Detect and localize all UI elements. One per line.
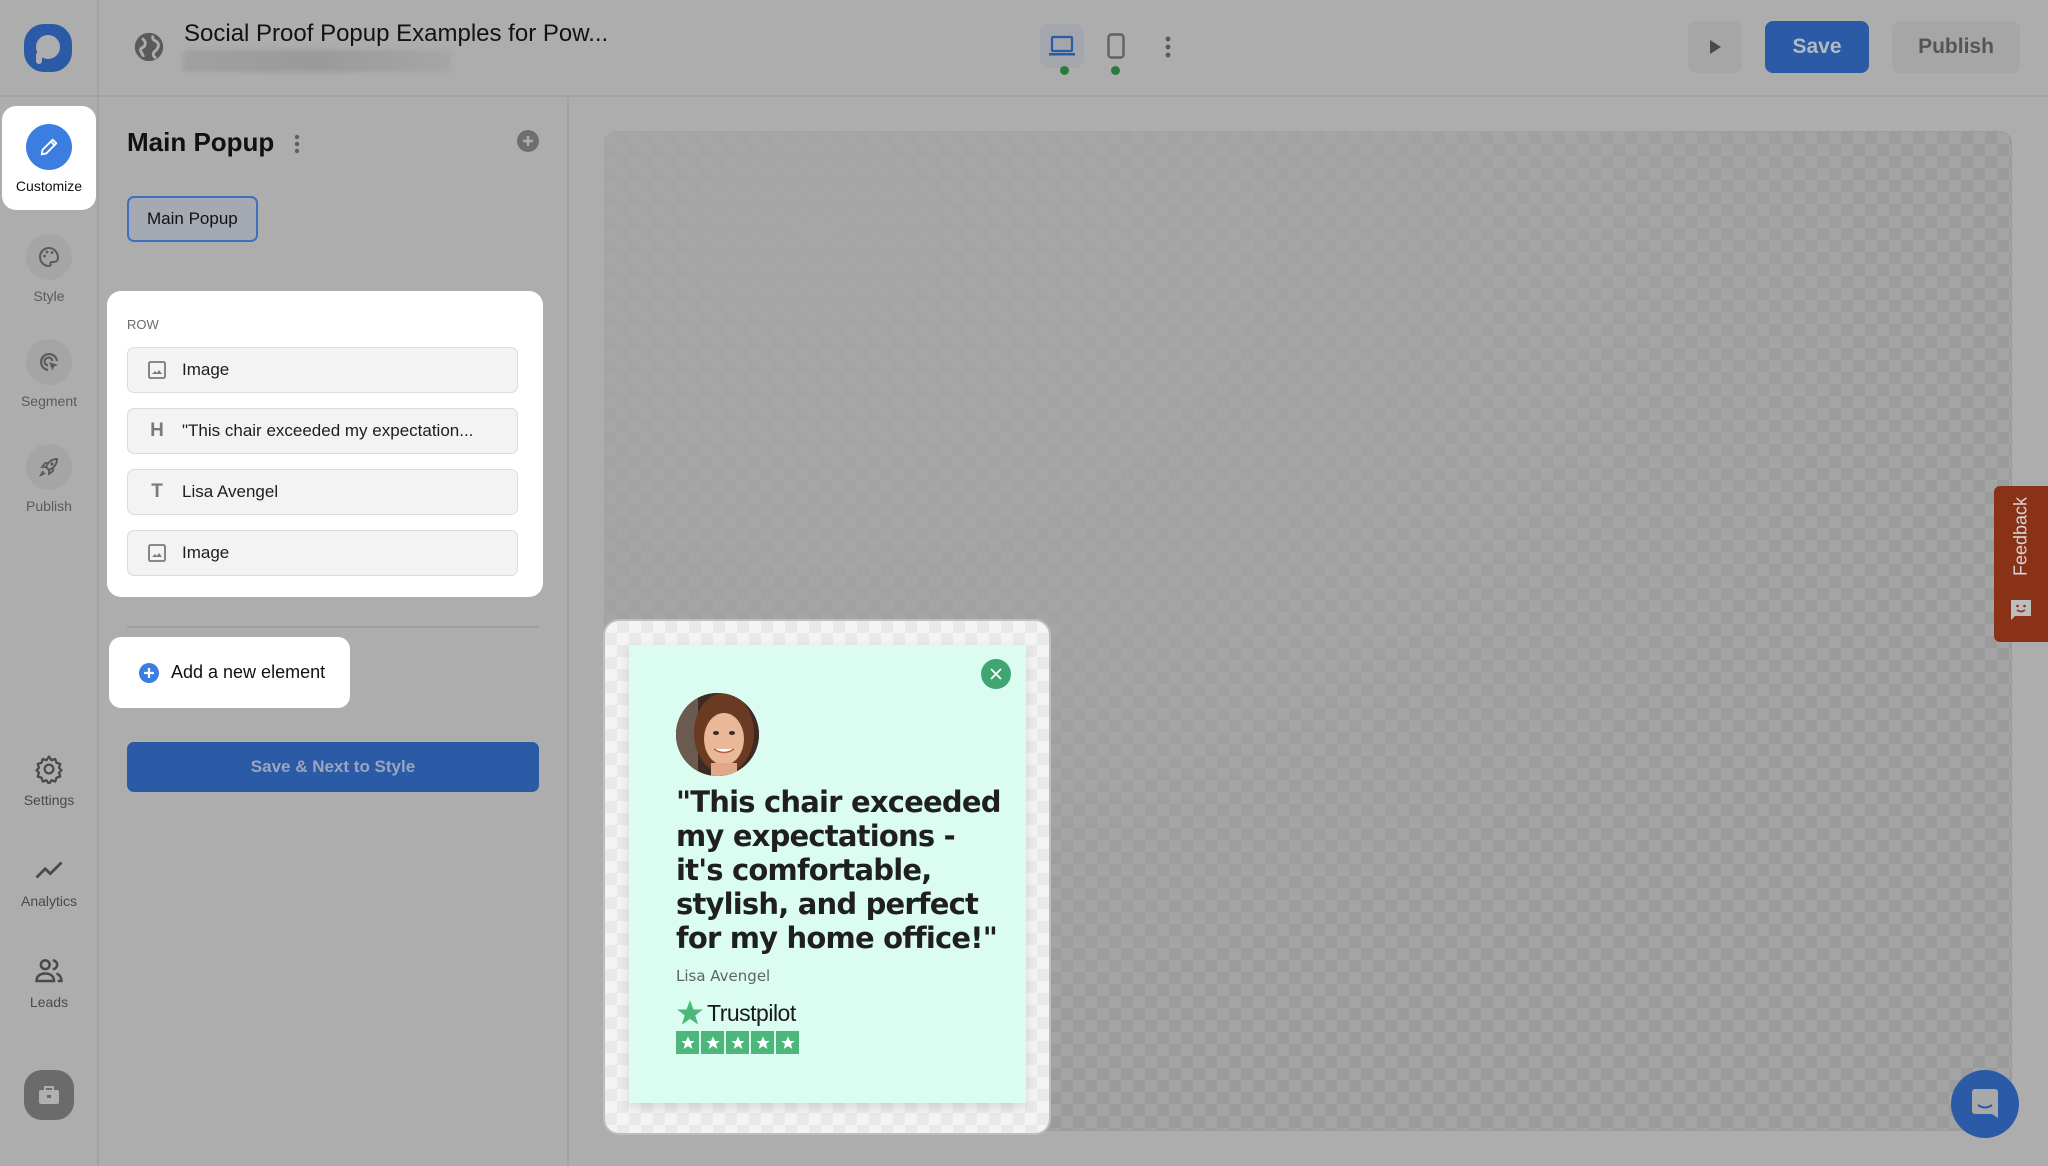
rail-item-customize[interactable]: Customize	[2, 106, 96, 210]
kebab-vertical-icon[interactable]	[1158, 34, 1178, 60]
rail-icon-wrap	[26, 339, 72, 385]
globe-icon[interactable]	[132, 30, 166, 64]
preview-button[interactable]	[1688, 21, 1742, 73]
smiley-chat-icon	[2011, 600, 2031, 620]
star-rating	[676, 1031, 799, 1054]
logo-cell	[0, 0, 99, 97]
rail-item-leads[interactable]: Leads	[2, 956, 96, 1036]
pencil-icon	[40, 138, 58, 156]
rail-item-publish[interactable]: Publish	[2, 426, 96, 530]
rating-star	[776, 1031, 799, 1054]
element-label: Image	[182, 543, 230, 562]
mobile-icon	[1107, 33, 1125, 59]
mobile-status-dot	[1111, 66, 1120, 75]
save-button[interactable]: Save	[1765, 21, 1869, 73]
add-step-icon[interactable]	[517, 130, 539, 152]
palette-icon	[39, 246, 60, 268]
rail-label: Analytics	[20, 893, 78, 909]
desktop-view-button[interactable]	[1040, 24, 1084, 68]
laptop-icon	[1049, 35, 1075, 56]
rocket-icon	[38, 457, 59, 478]
rating-star	[701, 1031, 724, 1054]
chat-icon	[1972, 1089, 1998, 1118]
testimonial-author[interactable]: Lisa Avengel	[676, 967, 770, 985]
image-icon	[146, 359, 168, 381]
desktop-status-dot	[1060, 66, 1069, 75]
rating-star	[676, 1031, 699, 1054]
document-title[interactable]: Social Proof Popup Examples for Pow...	[184, 20, 608, 48]
element-item-text[interactable]: T Lisa Avengel	[127, 469, 518, 515]
elements-panel: Main Popup Main Popup ROW Image H "This …	[99, 97, 569, 1166]
star-icon	[680, 1035, 695, 1049]
rail-label: Customize	[15, 178, 83, 194]
rail-item-style[interactable]: Style	[2, 216, 96, 320]
element-label: "This chair exceeded my expectation...	[182, 421, 474, 440]
rating-star	[751, 1031, 774, 1054]
top-bar: Social Proof Popup Examples for Pow... S…	[0, 0, 2048, 97]
row-label: ROW	[127, 317, 159, 332]
rail-icon-wrap	[26, 234, 72, 280]
popup-close-button[interactable]	[981, 659, 1011, 689]
users-icon	[35, 959, 63, 983]
reviewer-avatar[interactable]	[676, 693, 759, 776]
rail-icon-wrap	[26, 444, 72, 490]
save-next-style-button[interactable]: Save & Next to Style	[127, 742, 539, 792]
rail-label: Leads	[29, 994, 69, 1010]
editor-canvas: "This chair exceeded my expectations - i…	[569, 97, 2048, 1166]
divider	[127, 626, 539, 628]
step-chip-main-popup[interactable]: Main Popup	[127, 196, 258, 242]
trustpilot-logo[interactable]: Trustpilot	[676, 999, 796, 1027]
gear-icon	[35, 755, 63, 784]
rail-item-analytics[interactable]: Analytics	[2, 855, 96, 935]
left-rail: Customize Style Segment Publish Settings…	[0, 97, 99, 1166]
app-logo[interactable]	[24, 24, 72, 72]
target-cursor-icon	[39, 352, 59, 372]
rail-label: Settings	[23, 792, 75, 808]
image-icon	[146, 542, 168, 564]
play-icon	[1710, 40, 1721, 54]
element-item-heading[interactable]: H "This chair exceeded my expectation...	[127, 408, 518, 454]
plus-circle-icon	[139, 662, 159, 683]
mobile-view-button[interactable]	[1094, 24, 1138, 68]
avatar-photo	[676, 693, 759, 776]
star-icon	[780, 1035, 795, 1049]
popup-preview[interactable]: "This chair exceeded my expectations - i…	[629, 645, 1026, 1103]
briefcase-icon	[39, 1086, 59, 1104]
trend-line-icon	[35, 861, 63, 879]
rail-label: Segment	[20, 393, 78, 409]
rating-star	[726, 1031, 749, 1054]
row-card: ROW Image H "This chair exceeded my expe…	[107, 291, 543, 597]
element-label: Image	[182, 360, 230, 379]
rail-label: Publish	[26, 498, 72, 514]
toolkit-button[interactable]	[24, 1070, 74, 1120]
document-url-blurred	[183, 50, 451, 72]
rail-item-settings[interactable]: Settings	[2, 754, 96, 834]
star-icon	[730, 1035, 745, 1049]
close-icon	[990, 668, 1002, 680]
heading-icon: H	[150, 420, 164, 441]
panel-title: Main Popup	[127, 127, 275, 157]
trustpilot-star-icon	[677, 1000, 703, 1025]
element-item-image[interactable]: Image	[127, 347, 518, 393]
popup-preview-wrapper: "This chair exceeded my expectations - i…	[605, 621, 1049, 1133]
feedback-label: Feedback	[2010, 496, 2031, 577]
chat-widget-button[interactable]	[1951, 1070, 2019, 1138]
kebab-vertical-icon[interactable]	[289, 132, 305, 156]
add-element-button[interactable]: Add a new element	[109, 637, 350, 708]
feedback-tab[interactable]: Feedback	[1994, 486, 2048, 642]
star-icon	[755, 1035, 770, 1049]
trustpilot-wordmark: Trustpilot	[707, 999, 796, 1026]
element-label: Lisa Avengel	[182, 482, 279, 501]
rail-icon-wrap	[26, 124, 72, 170]
star-icon	[705, 1035, 720, 1049]
text-icon: T	[151, 481, 163, 502]
rail-label: Style	[33, 288, 65, 304]
add-element-label: Add a new element	[171, 662, 326, 682]
publish-button[interactable]: Publish	[1892, 21, 2020, 73]
element-item-image[interactable]: Image	[127, 530, 518, 576]
testimonial-quote[interactable]: "This chair exceeded my expectations - i…	[676, 785, 1006, 955]
rail-item-segment[interactable]: Segment	[2, 321, 96, 425]
